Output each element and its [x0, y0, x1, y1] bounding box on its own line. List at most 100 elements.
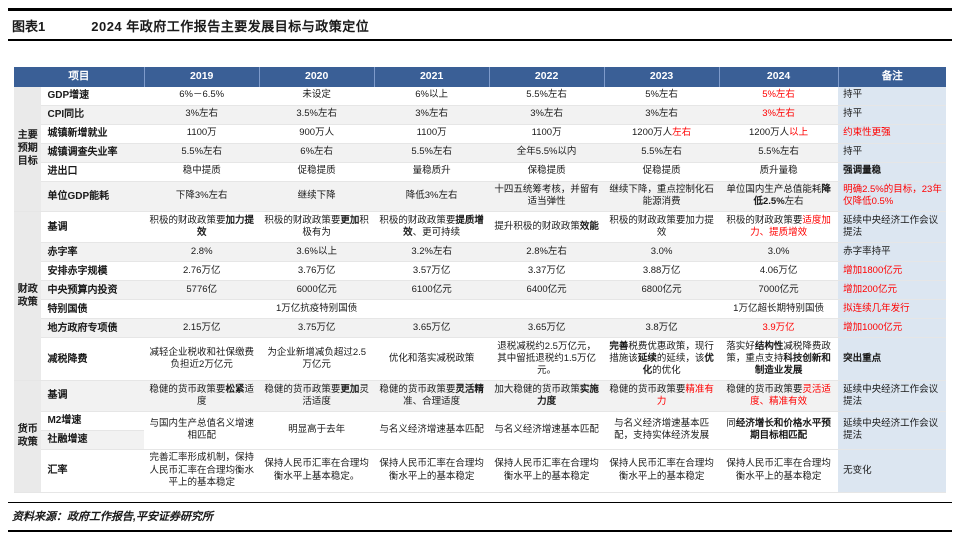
value-cell: 6400亿元 [489, 281, 604, 300]
row-label: 地方政府专项债 [41, 319, 144, 338]
group-label: 货币 政策 [14, 381, 41, 493]
value-cell: 6%左右 [259, 143, 374, 162]
value-cell [604, 300, 719, 319]
highlight-red-text: 以上 [789, 127, 808, 138]
figure-title: 2024 年政府工作报告主要发展目标与政策定位 [91, 16, 369, 35]
row-label: 赤字率 [41, 243, 144, 262]
value-cell: 4.06万亿 [719, 262, 838, 281]
highlight-red-text: 增加1800亿元 [843, 265, 902, 276]
column-header-备注: 备注 [838, 67, 946, 87]
highlight-red-text: 3.9万亿 [762, 322, 794, 333]
value-cell: 稳健的货币政策要灵活适度、精准有效 [719, 381, 838, 412]
highlight-red-text: 左右 [672, 127, 691, 138]
value-cell: 3.88万亿 [604, 262, 719, 281]
value-cell: 5.5%左右 [604, 143, 719, 162]
value-cell: 3.5%左右 [259, 105, 374, 124]
row-label: 特别国债 [41, 300, 144, 319]
value-cell: 加大稳健的货币政策实施力度 [489, 381, 604, 412]
value-cell: 稳健的货币政策要精准有力 [604, 381, 719, 412]
value-cell: 十四五统筹考核，并留有适当弹性 [489, 181, 604, 212]
column-header-2022: 2022 [489, 67, 604, 87]
value-cell: 降低3%左右 [374, 181, 489, 212]
highlight-red-text: 拟连续几年发行 [843, 303, 910, 314]
table-row: 财政 政策基调积极的财政政策要加力提效积极的财政政策要更加积极有为积极的财政政策… [14, 212, 946, 243]
value-cell: 积极的财政政策要加力提效 [604, 212, 719, 243]
value-cell: 2.15万亿 [144, 319, 259, 338]
policy-target-table: 项目201920202021202220232024备注 主要 预期 目标GDP… [14, 67, 946, 493]
group-label: 财政 政策 [14, 212, 41, 381]
value-cell: 与名义经济增速基本匹配 [374, 411, 489, 449]
highlight-red-text: 增加1000亿元 [843, 322, 902, 333]
value-cell: 同经济增长和价格水平预期目标相匹配 [719, 411, 838, 449]
value-cell: 5.5%左右 [144, 143, 259, 162]
note-cell: 约束性更强 [838, 124, 946, 143]
value-cell [489, 300, 604, 319]
value-cell: 减轻企业税收和社保缴费负担近2万亿元 [144, 338, 259, 381]
value-cell: 保持人民币汇率在合理均衡水平上的基本稳定 [604, 449, 719, 492]
value-cell: 保持人民币汇率在合理均衡水平上的基本稳定 [719, 449, 838, 492]
table-row: 地方政府专项债2.15万亿3.75万亿3.65万亿3.65万亿3.8万亿3.9万… [14, 319, 946, 338]
value-cell: 完善汇率形成机制，保持人民币汇率在合理均衡水平上的基本稳定 [144, 449, 259, 492]
value-cell: 5%左右 [604, 87, 719, 106]
value-cell: 3.75万亿 [259, 319, 374, 338]
bold-text: 灵活精 [455, 384, 484, 395]
table-row: 单位GDP能耗下降3%左右继续下降降低3%左右十四五统筹考核，并留有适当弹性继续… [14, 181, 946, 212]
value-cell: 量稳质升 [374, 162, 489, 181]
value-cell: 质升量稳 [719, 162, 838, 181]
table-row: 城镇调查失业率5.5%左右6%左右5.5%左右全年5.5%以内5.5%左右5.5… [14, 143, 946, 162]
table-row: 进出口稳中提质促稳提质量稳质升保稳提质促稳提质质升量稳强调量稳 [14, 162, 946, 181]
value-cell: 明显高于去年 [259, 411, 374, 449]
note-cell: 持平 [838, 143, 946, 162]
value-cell: 单位国内生产总值能耗降低2.5%左右 [719, 181, 838, 212]
value-cell: 3.65万亿 [489, 319, 604, 338]
row-label: 中央预算内投资 [41, 281, 144, 300]
value-cell: 积极的财政政策要加力提效 [144, 212, 259, 243]
row-label: 减税降费 [41, 338, 144, 381]
bold-text: 加力提效 [197, 215, 254, 238]
value-cell: 稳健的货币政策要灵活精准、合理适度 [374, 381, 489, 412]
bold-text: 更加 [340, 384, 359, 395]
bold-text: 科技创新和制造业发展 [755, 353, 831, 376]
value-cell: 3.76万亿 [259, 262, 374, 281]
value-cell: 积极的财政政策要适度加力、提质增效 [719, 212, 838, 243]
value-cell: 保持人民币汇率在合理均衡水平上的基本稳定 [489, 449, 604, 492]
value-cell: 5.5%左右 [719, 143, 838, 162]
value-cell: 3.6%以上 [259, 243, 374, 262]
column-header-2019: 2019 [144, 67, 259, 87]
note-cell: 强调量稳 [838, 162, 946, 181]
value-cell: 5%左右 [719, 87, 838, 106]
bold-text: 强调量稳 [843, 165, 881, 176]
note-cell: 增加200亿元 [838, 281, 946, 300]
table-container: 项目201920202021202220232024备注 主要 预期 目标GDP… [8, 67, 952, 493]
value-cell: 稳健的货币政策要松紧适度 [144, 381, 259, 412]
bold-text: 松紧 [225, 384, 244, 395]
highlight-red-text: 适度加力、提质增效 [750, 215, 831, 238]
table-row: CPI同比3%左右3.5%左右3%左右3%左右3%左右3%左右持平 [14, 105, 946, 124]
value-cell: 未设定 [259, 87, 374, 106]
value-cell: 6800亿元 [604, 281, 719, 300]
group-label: 主要 预期 目标 [14, 87, 41, 212]
note-cell: 延续中央经济工作会议提法 [838, 411, 946, 449]
bold-text: 降低2.5% [753, 184, 830, 207]
figure-number: 图表1 [12, 16, 45, 35]
note-cell: 延续中央经济工作会议提法 [838, 381, 946, 412]
highlight-red-text: 灵活适度、精准有效 [750, 384, 831, 407]
table-row: 减税降费减轻企业税收和社保缴费负担近2万亿元为企业新增减负超过2.5万亿元优化和… [14, 338, 946, 381]
table-header: 项目201920202021202220232024备注 [14, 67, 946, 87]
value-cell: 6%以上 [374, 87, 489, 106]
figure-title-bar: 图表1 2024 年政府工作报告主要发展目标与政策定位 [8, 8, 952, 41]
value-cell: 3%左右 [604, 105, 719, 124]
value-cell [144, 300, 259, 319]
table-body: 主要 预期 目标GDP增速6%－6.5%未设定6%以上5.5%左右5%左右5%左… [14, 87, 946, 493]
row-label: GDP增速 [41, 87, 144, 106]
row-label: 进出口 [41, 162, 144, 181]
value-cell: 2.76万亿 [144, 262, 259, 281]
value-cell: 与名义经济增速基本匹配 [489, 411, 604, 449]
table-row: 中央预算内投资5776亿6000亿元6100亿元6400亿元6800亿元7000… [14, 281, 946, 300]
note-cell: 拟连续几年发行 [838, 300, 946, 319]
bold-text: 完善 [609, 341, 628, 352]
value-cell: 为企业新增减负超过2.5万亿元 [259, 338, 374, 381]
bold-text: 经济增长和价格水平预期目标相匹配 [736, 418, 831, 441]
value-cell: 与名义经济增速基本匹配，支持实体经济发展 [604, 411, 719, 449]
table-row: 汇率完善汇率形成机制，保持人民币汇率在合理均衡水平上的基本稳定保持人民币汇率在合… [14, 449, 946, 492]
